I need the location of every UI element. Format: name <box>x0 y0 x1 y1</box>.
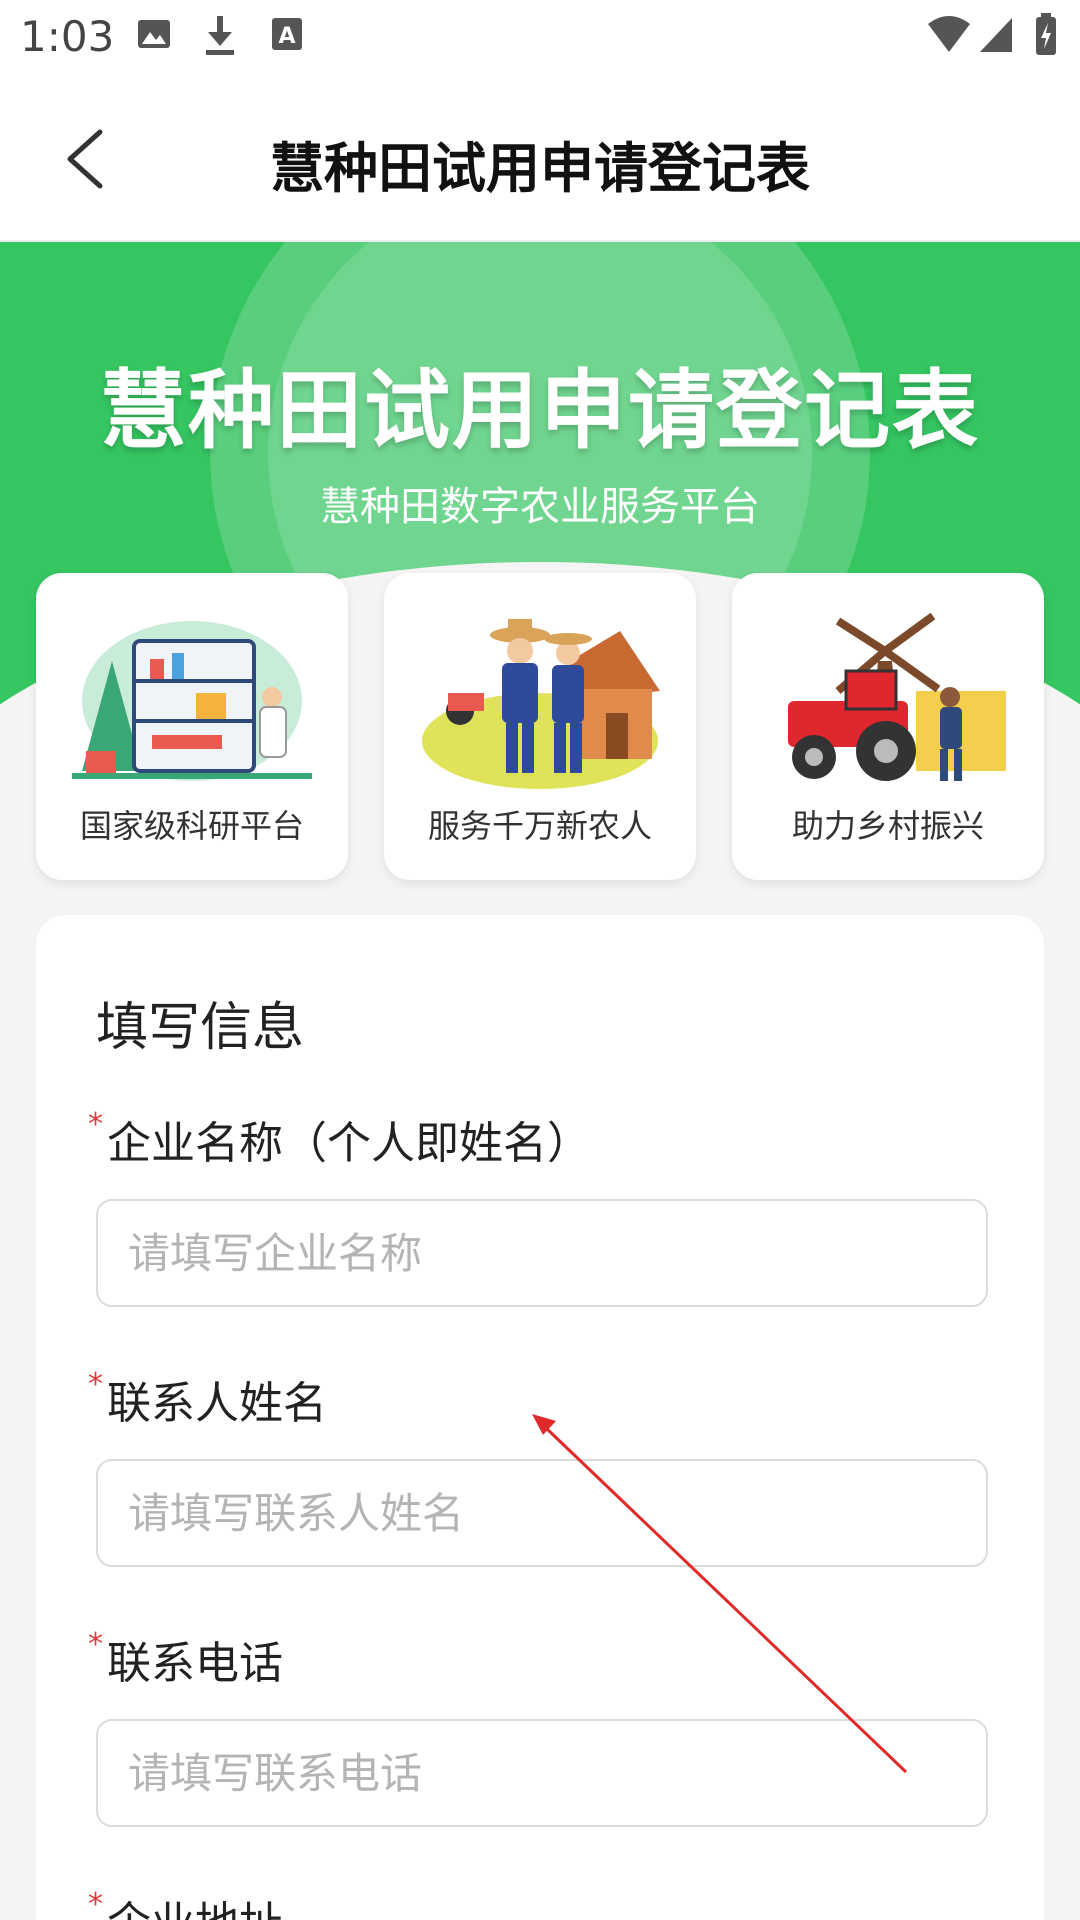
app-screen: 1:03 A 慧种田试用申请登记表 慧种田试用申请登记表 慧种田数字农业服务平台 <box>0 0 1080 1920</box>
annotation-arrow-icon <box>532 1414 908 1774</box>
